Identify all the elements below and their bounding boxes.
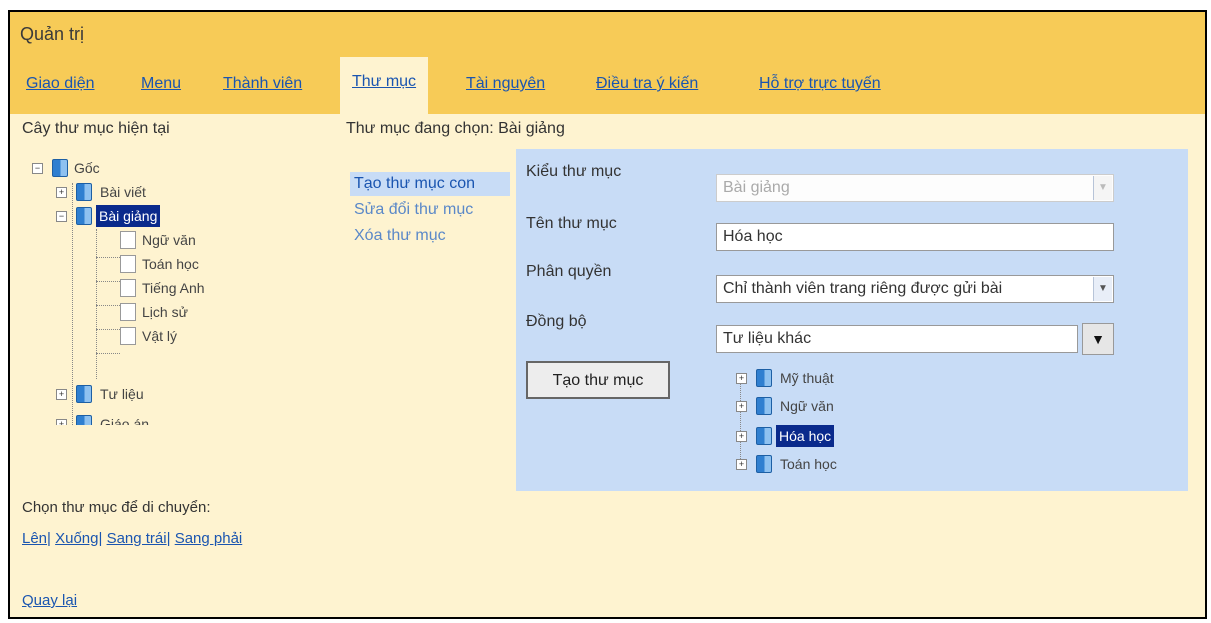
sync-field[interactable]: Tư liệu khác [716, 325, 1078, 353]
expand-icon[interactable]: + [56, 419, 67, 425]
sync-dropdown-button[interactable]: ▼ [1082, 323, 1114, 355]
folder-type-select: Bài giảng ▼ [716, 174, 1114, 202]
folder-icon [756, 369, 772, 387]
folder-icon [76, 415, 92, 425]
move-left-link[interactable]: Sang trái [107, 530, 167, 547]
back-link[interactable]: Quay lại [22, 592, 77, 609]
folder-icon [756, 397, 772, 415]
expand-icon[interactable]: + [56, 187, 67, 198]
tab-giao-dien[interactable]: Giao diện [26, 75, 95, 93]
tab-dieu-tra-y-kien[interactable]: Điều tra ý kiến [596, 75, 698, 93]
tab-thu-muc[interactable]: Thư mục [340, 57, 429, 114]
create-subfolder-action[interactable]: Tạo thư mục con [350, 172, 510, 196]
document-icon [120, 303, 136, 321]
move-right-link[interactable]: Sang phải [175, 530, 243, 547]
header-bar: Quản trị Giao diện Menu Thành viên Thư m… [10, 12, 1205, 114]
tab-ho-tro-truc-tuyen[interactable]: Hỗ trợ trực tuyến [759, 75, 881, 93]
move-label: Chọn thư mục để di chuyển: [22, 499, 211, 516]
expand-icon[interactable]: + [736, 373, 747, 384]
move-up-link[interactable]: Lên [22, 530, 47, 547]
move-links: Lên| Xuống| Sang trái| Sang phải [22, 530, 243, 547]
folder-icon [76, 207, 92, 225]
folder-type-label: Kiểu thư mục [526, 163, 622, 180]
selected-folder-label: Thư mục đang chọn: Bài giảng [346, 120, 565, 137]
create-folder-form: Kiểu thư mục Bài giảng ▼ Tên thư mục Hóa… [516, 149, 1188, 491]
document-icon [120, 255, 136, 273]
collapse-icon[interactable]: − [32, 163, 43, 174]
folder-name-label: Tên thư mục [526, 215, 617, 232]
permission-label: Phân quyền [526, 263, 612, 280]
document-icon [120, 279, 136, 297]
chevron-down-icon: ▼ [1093, 176, 1112, 200]
page-title: Quản trị [20, 24, 85, 44]
expand-icon[interactable]: + [736, 431, 747, 442]
edit-folder-action[interactable]: Sửa đổi thư mục [350, 198, 510, 222]
admin-window: Quản trị Giao diện Menu Thành viên Thư m… [8, 10, 1207, 619]
document-icon [120, 327, 136, 345]
sync-label: Đồng bộ [526, 313, 587, 330]
folder-tree: − Gốc + Bài viết − Bài giảng Ngữ văn Toá… [22, 157, 322, 425]
expand-icon[interactable]: + [736, 401, 747, 412]
folder-icon [756, 455, 772, 473]
chevron-down-icon[interactable]: ▼ [1093, 277, 1112, 301]
folder-icon [756, 427, 772, 445]
expand-icon[interactable]: + [736, 459, 747, 470]
folder-icon [76, 385, 92, 403]
create-folder-button[interactable]: Tạo thư mục [526, 361, 670, 399]
expand-icon[interactable]: + [56, 389, 67, 400]
move-down-link[interactable]: Xuống [55, 530, 98, 547]
folder-name-input[interactable]: Hóa học [716, 223, 1114, 251]
current-tree-title: Cây thư mục hiện tại [22, 120, 170, 137]
tab-thanh-vien[interactable]: Thành viên [223, 75, 302, 93]
document-icon [120, 231, 136, 249]
folder-icon [76, 183, 92, 201]
permission-select[interactable]: Chỉ thành viên trang riêng được gửi bài … [716, 275, 1114, 303]
folder-icon [52, 159, 68, 177]
tab-menu[interactable]: Menu [141, 75, 181, 93]
tab-tai-nguyen[interactable]: Tài nguyên [466, 75, 545, 93]
delete-folder-action[interactable]: Xóa thư mục [350, 224, 510, 248]
folder-actions: Tạo thư mục con Sửa đổi thư mục Xóa thư … [350, 172, 510, 250]
collapse-icon[interactable]: − [56, 211, 67, 222]
